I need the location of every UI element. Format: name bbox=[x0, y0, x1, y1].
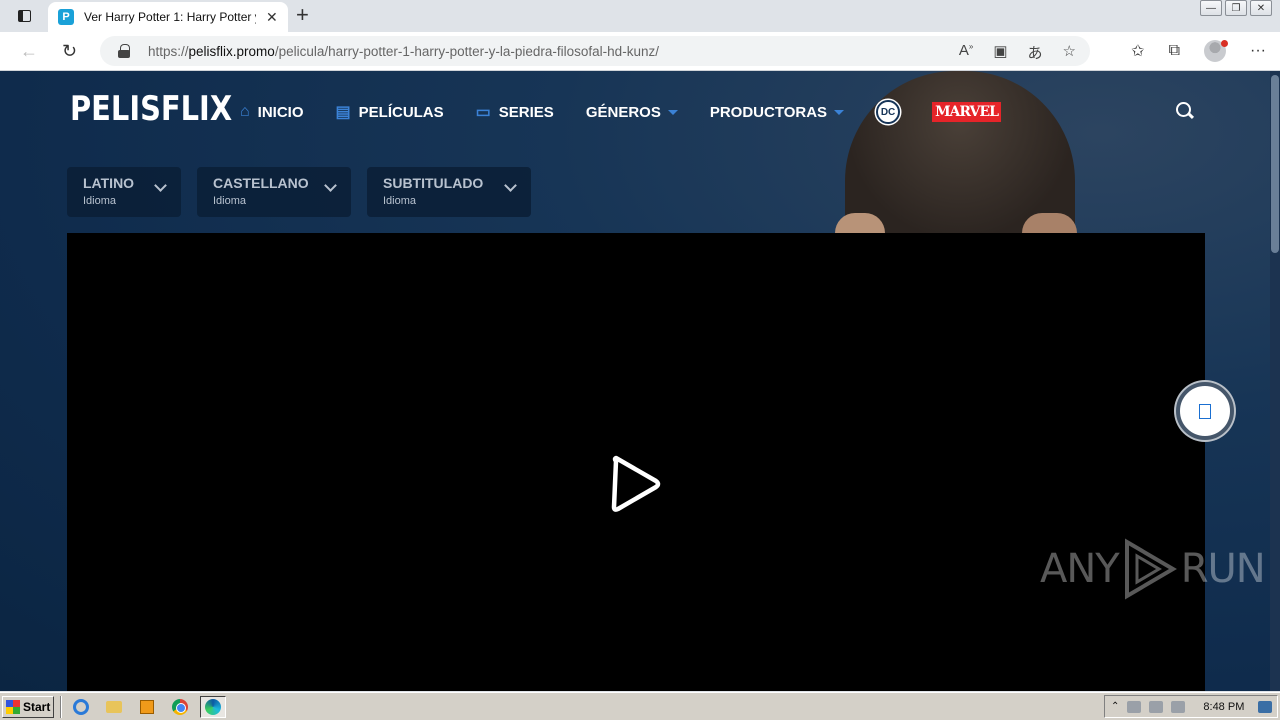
language-sub: Idioma bbox=[213, 195, 247, 207]
main-nav: ⌂ INICIO ▤ PELÍCULAS ▭ SERIES GÉNEROS PR… bbox=[240, 100, 1001, 124]
marvel-logo-link[interactable]: MARVEL bbox=[932, 102, 1001, 122]
chevron-down-icon bbox=[834, 109, 845, 115]
restore-button[interactable]: ❐ bbox=[1225, 0, 1247, 16]
internet-explorer-icon bbox=[73, 698, 89, 715]
film-icon: ▤ bbox=[335, 104, 351, 121]
language-sub: Idioma bbox=[383, 195, 417, 207]
browser-toolbar: ← ↻ https://pelisflix.promo/pelicula/har… bbox=[0, 32, 1280, 71]
watermark-left: ANY bbox=[1040, 546, 1120, 592]
play-icon[interactable] bbox=[610, 455, 662, 513]
back-arrow-icon[interactable]: ← bbox=[20, 41, 38, 62]
lock-icon[interactable] bbox=[118, 44, 130, 58]
read-aloud-icon[interactable]: A» bbox=[959, 42, 973, 63]
add-favorite-icon[interactable]: ☆ bbox=[1063, 42, 1076, 63]
taskbar-media-player[interactable] bbox=[134, 696, 160, 718]
refresh-icon[interactable]: ↻ bbox=[62, 41, 77, 62]
site-favicon: P bbox=[58, 9, 74, 25]
favorites-icon[interactable]: ✩ bbox=[1131, 41, 1144, 61]
network-icon[interactable] bbox=[1149, 700, 1164, 713]
search-icon[interactable] bbox=[1176, 102, 1194, 120]
folder-icon bbox=[106, 700, 122, 713]
language-name: LATINO bbox=[83, 175, 135, 191]
language-name: SUBTITULADO bbox=[383, 175, 484, 191]
nav-item-generos[interactable]: GÉNEROS bbox=[586, 104, 678, 121]
taskbar-explorer[interactable] bbox=[101, 696, 127, 718]
tab-actions-icon bbox=[17, 10, 31, 22]
start-button[interactable]: Start bbox=[2, 695, 54, 718]
more-options-icon[interactable]: ··· bbox=[1250, 42, 1266, 60]
edge-icon bbox=[205, 698, 221, 715]
language-subtitulado-button[interactable]: SUBTITULADO Idioma bbox=[367, 167, 531, 217]
volume-icon[interactable] bbox=[1127, 700, 1142, 713]
language-name: CASTELLANO bbox=[213, 175, 309, 191]
immersive-reader-icon[interactable]: ▣ bbox=[993, 42, 1007, 63]
site-logo[interactable]: PELISFLIX bbox=[70, 89, 232, 129]
taskbar-separator bbox=[60, 695, 62, 718]
minimize-button[interactable]: — bbox=[1200, 0, 1222, 16]
system-tray: ⌃ 8:48 PM bbox=[1104, 695, 1278, 718]
nav-item-label: PELÍCULAS bbox=[358, 103, 444, 121]
action-center-flag-icon[interactable] bbox=[1171, 700, 1186, 713]
profile-avatar[interactable] bbox=[1204, 40, 1229, 62]
window-controls: — ❐ ✕ bbox=[1200, 0, 1272, 16]
nav-item-label: SERIES bbox=[498, 103, 554, 121]
external-window-icon bbox=[1199, 403, 1211, 419]
nav-item-label: GÉNEROS bbox=[585, 103, 661, 121]
tray-expand-icon[interactable]: ⌃ bbox=[1111, 701, 1119, 712]
close-window-button[interactable]: ✕ bbox=[1250, 0, 1272, 16]
tab-actions-button[interactable] bbox=[10, 6, 38, 26]
browser-tab-bar: P Ver Harry Potter 1: Harry Potter y ✕ +… bbox=[0, 0, 1280, 32]
page-scrollbar[interactable] bbox=[1270, 71, 1280, 691]
nav-item-productoras[interactable]: PRODUCTORAS bbox=[709, 103, 845, 121]
anyrun-watermark: ANY RUN bbox=[1040, 538, 1266, 600]
chevron-down-icon bbox=[667, 109, 678, 115]
nav-item-label: PRODUCTORAS bbox=[709, 103, 828, 121]
address-bar-actions: A» ▣ あ ☆ bbox=[959, 42, 1076, 63]
language-castellano-button[interactable]: CASTELLANO Idioma bbox=[197, 167, 351, 217]
os-taskbar: Start ⌃ 8:48 PM bbox=[0, 692, 1280, 720]
home-icon: ⌂ bbox=[240, 103, 250, 120]
chrome-icon bbox=[172, 698, 188, 715]
collections-icon[interactable]: ⧉ bbox=[1169, 42, 1180, 60]
nav-item-inicio[interactable]: ⌂ INICIO bbox=[240, 103, 304, 121]
floating-action-button[interactable] bbox=[1176, 382, 1234, 440]
nav-item-series[interactable]: ▭ SERIES bbox=[476, 102, 554, 122]
taskbar-clock[interactable]: 8:48 PM bbox=[1203, 701, 1244, 713]
nav-item-label: INICIO bbox=[257, 103, 304, 121]
taskbar-ie[interactable] bbox=[68, 696, 94, 718]
address-bar[interactable]: https://pelisflix.promo/pelicula/harry-p… bbox=[100, 36, 1090, 66]
new-tab-button[interactable]: + bbox=[296, 4, 309, 26]
url-text[interactable]: https://pelisflix.promo/pelicula/harry-p… bbox=[148, 44, 659, 59]
watermark-play-icon bbox=[1124, 538, 1177, 600]
toolbar-right: ✩ ⧉ ··· bbox=[1131, 40, 1266, 62]
show-desktop-icon[interactable] bbox=[1258, 700, 1273, 713]
tab-close-icon[interactable]: ✕ bbox=[266, 9, 278, 26]
translate-icon[interactable]: あ bbox=[1028, 42, 1043, 63]
taskbar-chrome[interactable] bbox=[167, 696, 193, 718]
language-sub: Idioma bbox=[83, 195, 117, 207]
browser-tab-active[interactable]: P Ver Harry Potter 1: Harry Potter y ✕ bbox=[48, 2, 288, 32]
dc-logo-link[interactable]: DC bbox=[876, 100, 901, 124]
start-label: Start bbox=[23, 699, 51, 714]
nav-item-peliculas[interactable]: ▤ PELÍCULAS bbox=[336, 102, 444, 122]
windows-logo-icon bbox=[6, 699, 20, 714]
scrollbar-thumb[interactable] bbox=[1271, 75, 1279, 253]
watermark-right: RUN bbox=[1180, 546, 1266, 592]
tv-icon: ▭ bbox=[475, 104, 491, 121]
language-latino-button[interactable]: LATINO Idioma bbox=[67, 167, 181, 217]
media-player-icon bbox=[140, 699, 154, 714]
tab-title: Ver Harry Potter 1: Harry Potter y bbox=[84, 10, 256, 24]
taskbar-edge[interactable] bbox=[200, 695, 226, 718]
